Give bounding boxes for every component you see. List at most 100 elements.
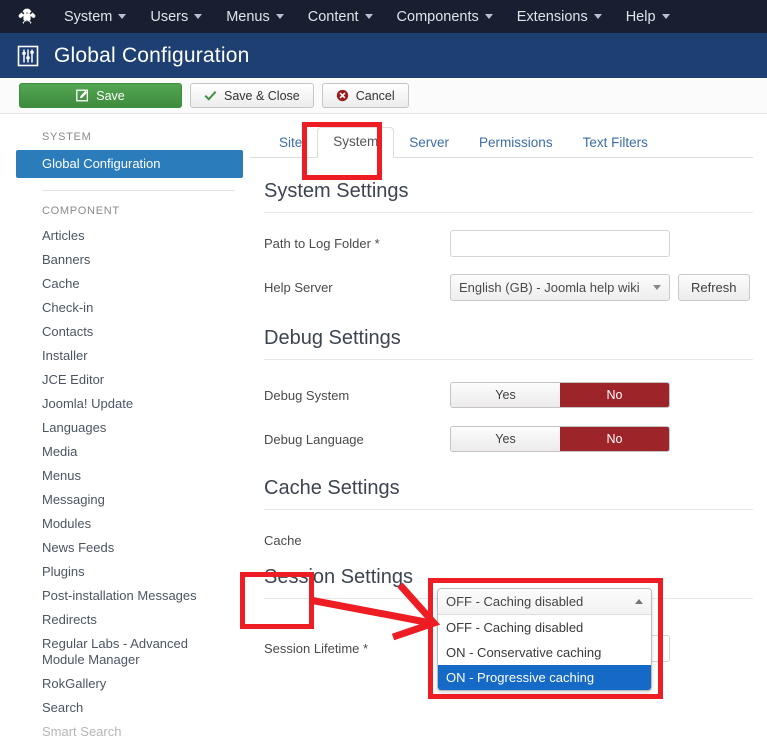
save-button-label: Save: [96, 88, 125, 103]
sidebar-item-messaging[interactable]: Messaging: [0, 488, 250, 512]
sidebar-item-smart-search[interactable]: Smart Search: [0, 720, 250, 742]
sidebar-item-label: Languages: [42, 420, 107, 435]
sidebar-divider: [42, 190, 234, 191]
sidebar-item-redirects[interactable]: Redirects: [0, 608, 250, 632]
sidebar-item-label: Articles: [42, 228, 85, 243]
topnav-item-system[interactable]: System: [52, 0, 138, 33]
cancel-button-label: Cancel: [355, 88, 395, 103]
toolbar: Save Save & Close Cancel: [0, 78, 767, 114]
sidebar-item-label: Modules: [42, 516, 92, 531]
debug-language-no-option[interactable]: No: [560, 427, 669, 451]
sidebar: SYSTEM Global Configuration COMPONENT Ar…: [0, 114, 250, 742]
sidebar-item-label: Installer: [42, 348, 88, 363]
joomla-admin-screen: System Users Menus Content Components Ex…: [0, 0, 767, 742]
save-and-close-button[interactable]: Save & Close: [190, 83, 314, 108]
topnav-item-users[interactable]: Users: [138, 0, 214, 33]
sidebar-item-cache[interactable]: Cache: [0, 272, 250, 296]
label-debug-system: Debug System: [264, 387, 350, 403]
topnav-item-menus[interactable]: Menus: [214, 0, 296, 33]
debug-system-toggle[interactable]: Yes No: [450, 382, 670, 408]
sidebar-item-label: JCE Editor: [42, 372, 105, 387]
cache-option-label: ON - Progressive caching: [446, 670, 595, 685]
topnav-label: Help: [625, 8, 656, 25]
sidebar-item-label: RokGallery: [42, 676, 107, 691]
tab-site[interactable]: Site: [264, 129, 317, 158]
tab-system[interactable]: System: [317, 127, 395, 158]
sidebar-item-media[interactable]: Media: [0, 440, 250, 464]
tab-text-filters[interactable]: Text Filters: [568, 129, 663, 158]
sidebar-item-news-feeds[interactable]: News Feeds: [0, 536, 250, 560]
chevron-down-icon: [118, 14, 127, 19]
topnav-item-components[interactable]: Components: [385, 0, 505, 33]
topnav-label: Extensions: [516, 8, 588, 25]
section-divider: [264, 212, 753, 213]
tab-label: Site: [279, 135, 303, 150]
debug-system-yes-option[interactable]: Yes: [451, 383, 560, 407]
sidebar-item-post-installation-messages[interactable]: Post-installation Messages: [0, 584, 250, 608]
debug-system-no-option[interactable]: No: [560, 383, 669, 407]
sidebar-item-check-in[interactable]: Check-in: [0, 296, 250, 320]
sidebar-item-label: Messaging: [42, 492, 105, 507]
edit-square-icon: [76, 89, 89, 102]
sidebar-item-rokgallery[interactable]: RokGallery: [0, 672, 250, 696]
sidebar-heading-component: COMPONENT: [42, 205, 120, 217]
cache-select-dropdown[interactable]: OFF - Caching disabled OFF - Caching dis…: [437, 588, 652, 691]
sidebar-item-joomla-update[interactable]: Joomla! Update: [0, 392, 250, 416]
save-and-close-label: Save & Close: [224, 88, 300, 103]
sidebar-item-label: Banners: [42, 252, 91, 267]
label-session-lifetime: Session Lifetime *: [264, 641, 369, 656]
sidebar-item-regular-labs-advanced-module-manager[interactable]: Regular Labs - Advanced Module Manager: [0, 632, 250, 672]
cache-option-on-progressive-caching[interactable]: ON - Progressive caching: [438, 665, 651, 690]
topnav-item-extensions[interactable]: Extensions: [505, 0, 614, 33]
page-title: Global Configuration: [54, 43, 250, 67]
topnav-item-content[interactable]: Content: [296, 0, 385, 33]
sidebar-item-label: Search: [42, 700, 84, 715]
chevron-down-icon: [593, 14, 602, 19]
check-icon: [204, 91, 217, 101]
sidebar-item-contacts[interactable]: Contacts: [0, 320, 250, 344]
sidebar-item-global-configuration[interactable]: Global Configuration: [16, 150, 243, 178]
sidebar-item-search[interactable]: Search: [0, 696, 250, 720]
sidebar-item-menus[interactable]: Menus: [0, 464, 250, 488]
sidebar-item-label: Joomla! Update: [42, 396, 134, 411]
cancel-button[interactable]: Cancel: [321, 83, 409, 108]
help-server-select[interactable]: English (GB) - Joomla help wiki: [450, 274, 670, 301]
sidebar-item-plugins[interactable]: Plugins: [0, 560, 250, 584]
cache-option-off-caching-disabled[interactable]: OFF - Caching disabled: [438, 615, 651, 640]
tab-bar: Site System Server Permissions Text Filt…: [250, 114, 753, 158]
sidebar-item-banners[interactable]: Banners: [0, 248, 250, 272]
section-divider: [264, 359, 753, 360]
topnav-item-help[interactable]: Help: [614, 0, 682, 33]
sidebar-item-modules[interactable]: Modules: [0, 512, 250, 536]
sidebar-item-label: News Feeds: [42, 540, 115, 555]
sidebar-item-jce-editor[interactable]: JCE Editor: [0, 368, 250, 392]
section-title-debug-settings: Debug Settings: [264, 327, 401, 349]
sidebar-item-label: Plugins: [42, 564, 85, 579]
label-debug-language: Debug Language: [264, 431, 364, 447]
cache-current-label: OFF - Caching disabled: [446, 594, 584, 609]
tab-server[interactable]: Server: [394, 129, 464, 158]
cache-option-on-conservative-caching[interactable]: ON - Conservative caching: [438, 640, 651, 665]
sidebar-item-label: Smart Search: [42, 724, 122, 739]
refresh-button[interactable]: Refresh: [678, 274, 750, 301]
sliders-icon: [17, 45, 39, 66]
tab-permissions[interactable]: Permissions: [464, 129, 568, 158]
debug-language-yes-option[interactable]: Yes: [451, 427, 560, 451]
label-cache: Cache: [264, 533, 302, 548]
joomla-logo-icon[interactable]: [16, 6, 38, 28]
tab-label: Text Filters: [582, 135, 648, 150]
topnav-label: Menus: [226, 8, 270, 25]
chevron-down-icon: [484, 14, 493, 19]
save-button[interactable]: Save: [19, 83, 182, 108]
path-to-log-folder-input[interactable]: [450, 230, 670, 257]
cache-select-current-value[interactable]: OFF - Caching disabled: [438, 589, 651, 615]
chevron-down-icon: [194, 14, 203, 19]
field-row-path-to-log-folder: Path to Log Folder *: [250, 230, 753, 257]
sidebar-item-installer[interactable]: Installer: [0, 344, 250, 368]
chevron-down-icon: [661, 14, 670, 19]
cache-option-label: OFF - Caching disabled: [446, 620, 584, 635]
tab-label: Server: [409, 135, 450, 150]
debug-language-toggle[interactable]: Yes No: [450, 426, 670, 452]
sidebar-item-languages[interactable]: Languages: [0, 416, 250, 440]
sidebar-item-articles[interactable]: Articles: [0, 224, 250, 248]
